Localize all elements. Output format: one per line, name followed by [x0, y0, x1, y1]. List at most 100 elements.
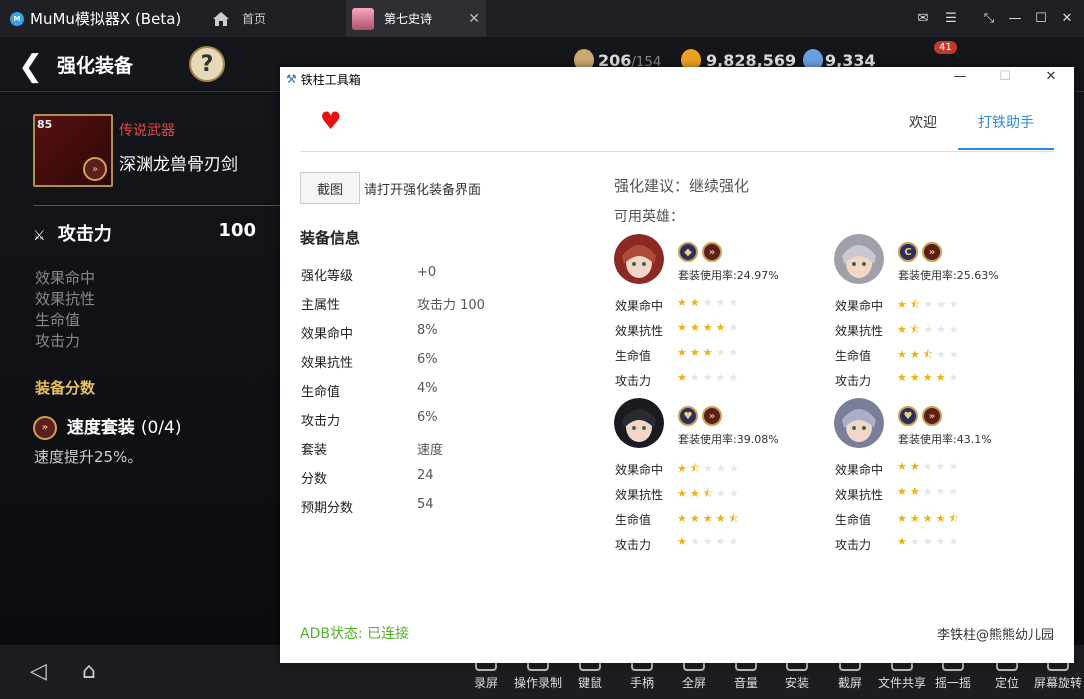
hero-stat-row: 效果抗性 ★★⯪★★ — [615, 486, 815, 503]
divider — [33, 205, 280, 206]
star-rating: ★★★★★ — [897, 485, 961, 498]
gear-score-label: 装备分数 — [35, 379, 96, 397]
star-icon: ★ — [677, 296, 690, 309]
hero-stat-row: 生命值 ★★★★★ — [615, 346, 815, 364]
hero-set-icons: ♥» — [678, 404, 726, 426]
sword-icon: ⚔ — [33, 228, 46, 244]
star-rating: ★★★★⯪ — [897, 510, 962, 529]
equip-info-key: 分数 — [301, 472, 328, 487]
star-icon: ★ — [702, 346, 716, 359]
star-rating: ★★★★★ — [677, 296, 741, 309]
star-icon: ★ — [897, 371, 910, 384]
star-icon: ★ — [922, 535, 936, 548]
star-icon: ⯪ — [689, 462, 704, 475]
hero-stat-label: 生命值 — [835, 513, 872, 527]
back-arrow-icon[interactable]: ❮ — [18, 49, 43, 84]
star-rating: ★⯪★★★ — [677, 460, 742, 479]
close-icon[interactable]: ✕ — [1056, 0, 1078, 37]
star-icon: ★ — [729, 462, 742, 475]
speed-set-icon: » — [83, 157, 107, 181]
tab-smithing-helper[interactable]: 打铁助手 — [978, 112, 1034, 132]
speed-set-icon: » — [922, 406, 942, 426]
home-tab[interactable]: 首页 — [200, 0, 340, 37]
weapon-rarity: 传说武器 — [119, 123, 175, 139]
star-rating: ★★★★★ — [897, 460, 961, 473]
star-rating: ★★⯪★★ — [897, 346, 962, 365]
star-icon: ★ — [677, 321, 690, 334]
author-credit: 李铁柱@熊熊幼儿园 — [936, 628, 1054, 643]
star-icon: ★ — [728, 535, 742, 548]
equip-info-key: 效果抗性 — [301, 356, 354, 371]
star-icon: ★ — [729, 487, 742, 500]
menu-icon[interactable]: ☰ — [940, 0, 962, 37]
star-icon: ★ — [897, 323, 910, 336]
hero-avatar[interactable] — [614, 398, 664, 448]
star-icon: ★ — [949, 323, 962, 336]
hint-text: 请打开强化装备界面 — [364, 183, 482, 198]
star-icon: ★ — [922, 371, 936, 384]
enhance-suggestion: 强化建议：继续强化 — [614, 177, 750, 195]
star-icon: ⯪ — [909, 298, 924, 311]
star-icon: ★ — [677, 487, 690, 500]
set-a-icon: ♥ — [678, 406, 698, 426]
equip-info-row: 生命值 4% — [301, 381, 438, 400]
maximize-icon[interactable]: ☐ — [1030, 0, 1052, 37]
hero-stat-label: 攻击力 — [615, 538, 652, 552]
shrink-icon[interactable]: ⤡ — [978, 0, 1000, 37]
mail-icon[interactable]: ✉ — [912, 0, 934, 37]
star-icon: ★ — [715, 512, 729, 525]
tool-label: 文件共享 — [877, 676, 926, 690]
hero-avatar[interactable] — [614, 234, 664, 284]
star-icon: ★ — [702, 512, 716, 525]
minimize-icon[interactable]: — — [945, 69, 975, 84]
star-icon: ★ — [897, 512, 910, 525]
hero-card[interactable]: ♥» 套装使用率:39.08% 效果命中 ★⯪★★★ 效果抗性 ★★⯪★★ 生命值 ★★★★⯪… — [614, 398, 824, 558]
hero-card[interactable]: ♥» 套装使用率:43.1% 效果命中 ★★★★★ 效果抗性 ★★★★★ 生命值 ★★★★⯪ 攻… — [834, 398, 1044, 558]
hero-set-icons: C» — [898, 240, 946, 262]
hero-card[interactable]: C» 套装使用率:25.63% 效果命中 ★⯪★★★ 效果抗性 ★⯪★★★ 生命值 ★★⯪★★… — [834, 234, 1044, 394]
equip-info-row: 分数 24 — [301, 468, 434, 487]
equip-info-value: 54 — [417, 497, 434, 512]
close-tab-icon[interactable]: ✕ — [468, 11, 480, 27]
hero-set-icons: ♥» — [898, 404, 946, 426]
equip-info-row: 主属性 攻击力 100 — [301, 294, 485, 313]
hero-avatar[interactable] — [834, 398, 884, 448]
tool-label: 操作录制 — [513, 676, 562, 690]
hero-stat-row: 效果抗性 ★★★★★ — [615, 321, 815, 339]
game-tab[interactable]: 第七史诗 ✕ — [346, 0, 486, 37]
maximize-icon[interactable]: ☐ — [990, 69, 1020, 84]
weapon-icon[interactable]: 85 » — [33, 114, 113, 187]
equip-info-value: 8% — [417, 323, 438, 338]
hero-avatar[interactable] — [834, 234, 884, 284]
equip-info-key: 生命值 — [301, 385, 341, 400]
star-icon: ★ — [689, 371, 703, 384]
home-nav-icon[interactable]: ⌂ — [82, 659, 96, 684]
hero-stat-row: 生命值 ★★★★⯪ — [615, 511, 815, 528]
tab-welcome[interactable]: 欢迎 — [909, 112, 937, 132]
back-nav-icon[interactable]: ◁ — [30, 659, 47, 684]
heroes-label: 可用英雄： — [614, 209, 684, 225]
minimize-icon[interactable]: — — [1004, 0, 1026, 37]
equip-info-row: 套装 速度 — [301, 439, 443, 458]
close-icon[interactable]: ✕ — [1036, 69, 1066, 84]
star-icon: ⯪ — [728, 512, 742, 525]
hero-card[interactable]: ◆» 套装使用率:24.97% 效果命中 ★★★★★ 效果抗性 ★★★★★ 生命值 ★★★★★… — [614, 234, 824, 394]
equip-info-key: 强化等级 — [301, 269, 354, 284]
equip-info-key: 预期分数 — [301, 501, 354, 516]
star-icon: ★ — [715, 371, 729, 384]
hero-stat-row: 生命值 ★★★★⯪ — [835, 511, 1035, 528]
star-icon: ★ — [716, 462, 730, 475]
star-icon: ★ — [948, 535, 962, 548]
star-icon: ★ — [948, 460, 962, 473]
tool-label: 定位 — [994, 676, 1019, 690]
help-button[interactable]: ? — [189, 46, 225, 82]
app-title: MuMu模拟器X (Beta) — [30, 10, 182, 28]
star-icon: ★ — [935, 512, 949, 525]
screenshot-button[interactable]: 截图 — [300, 172, 360, 204]
star-icon: ★ — [703, 462, 717, 475]
star-icon: ★ — [702, 296, 716, 309]
star-icon: ★ — [936, 348, 950, 361]
star-icon: ★ — [949, 348, 962, 361]
star-rating: ★⯪★★★ — [897, 296, 962, 315]
star-icon: ★ — [728, 296, 742, 309]
